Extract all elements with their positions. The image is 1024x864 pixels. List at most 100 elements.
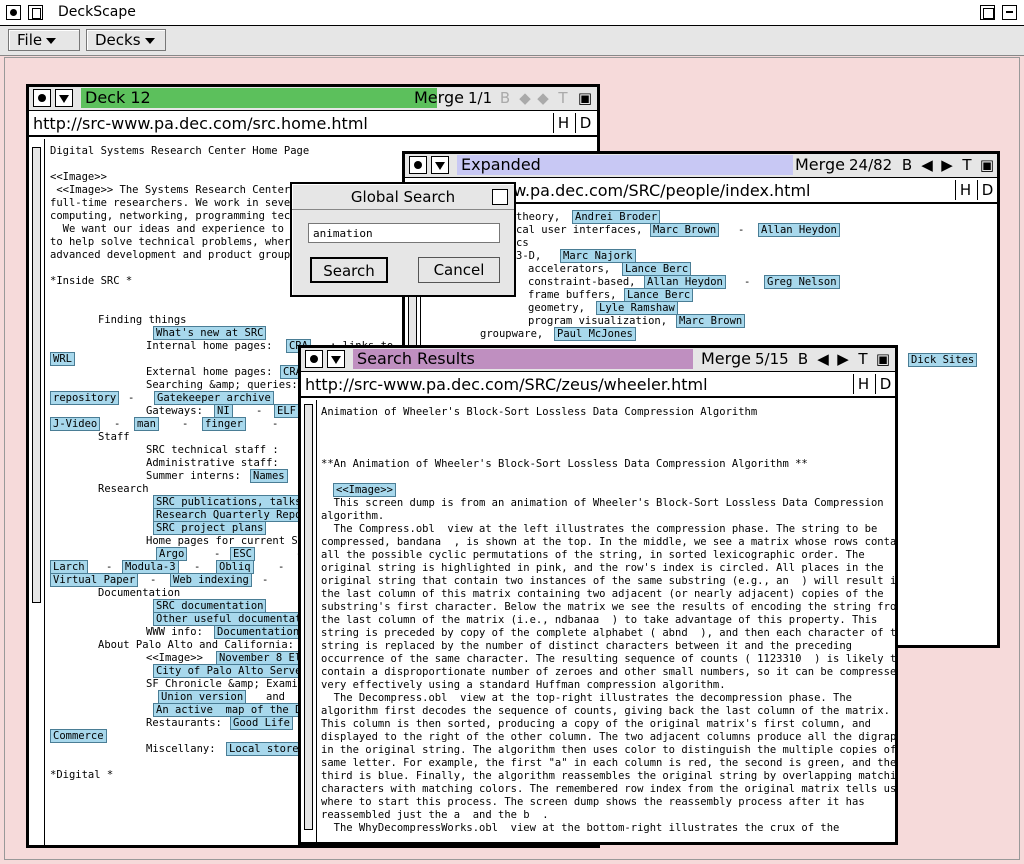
deck12-scrollbar[interactable] (29, 139, 45, 845)
link[interactable]: Andrei Broder (572, 210, 661, 224)
link[interactable]: Greg Nelson (764, 275, 840, 289)
file-menu[interactable]: File (8, 29, 80, 51)
link-text[interactable]: Other useful documentat (153, 612, 305, 626)
link[interactable]: repository (50, 391, 120, 405)
link-text[interactable]: Andrei Broder (572, 210, 661, 224)
link-text[interactable]: finger (202, 417, 246, 431)
link-text[interactable]: Commerce (50, 729, 107, 743)
link-text[interactable]: Research Quarterly Repor (153, 508, 311, 522)
dialog-deck-icon[interactable] (492, 189, 508, 205)
link-text[interactable]: Dick Sites (908, 353, 978, 367)
detach-button[interactable]: D (575, 113, 595, 133)
next-arrow-icon[interactable]: ▶ (835, 349, 851, 369)
link[interactable]: Local stores (226, 742, 308, 756)
link-text[interactable]: ELF (274, 404, 299, 418)
link-text[interactable]: Greg Nelson (764, 275, 840, 289)
search-input[interactable] (308, 223, 500, 243)
results-url[interactable]: http://src-www.pa.dec.com/SRC/zeus/wheel… (305, 375, 708, 394)
title-button[interactable]: T (555, 88, 571, 108)
link-text[interactable]: Marc Brown (650, 223, 720, 237)
link-text[interactable]: November 8 Ele (216, 651, 311, 665)
link-text[interactable]: Allan Heydon (644, 275, 726, 289)
link-text[interactable]: An active map of the D (153, 703, 305, 717)
link-text[interactable]: Lance Berc (622, 262, 692, 276)
app-close-icon[interactable] (6, 5, 21, 20)
bookmark-button[interactable]: B (497, 88, 513, 108)
link[interactable]: City of Palo Alto Server (153, 664, 311, 678)
deck-icon[interactable]: ▣ (979, 155, 995, 175)
link-text[interactable]: SRC publications, talks (153, 495, 305, 509)
results-name[interactable]: Search Results (353, 349, 693, 369)
detach-button[interactable]: D (977, 180, 997, 200)
bookmark-button[interactable]: B (899, 155, 915, 175)
title-button[interactable]: T (959, 155, 975, 175)
link[interactable]: WRL (50, 352, 75, 366)
prev-arrow-icon[interactable]: ◆ (517, 88, 533, 108)
link-text[interactable]: NI (214, 404, 233, 418)
link-text[interactable]: <<Image>> (333, 483, 396, 497)
link-text[interactable]: Local stores (226, 742, 308, 756)
link-text[interactable]: Paul McJones (554, 327, 636, 341)
deck-icon[interactable]: ▣ (577, 88, 593, 108)
merge-button[interactable]: Merge (795, 155, 845, 175)
close-icon[interactable] (305, 350, 323, 368)
history-button[interactable]: H (553, 113, 573, 133)
search-button[interactable]: Search (310, 257, 388, 283)
close-icon[interactable] (409, 156, 427, 174)
link[interactable]: Names (250, 469, 288, 483)
merge-button[interactable]: Merge (414, 88, 464, 108)
next-arrow-icon[interactable]: ◆ (535, 88, 551, 108)
results-scrollbar[interactable] (301, 400, 317, 842)
link-text[interactable]: Documentation (214, 625, 303, 639)
prev-arrow-icon[interactable]: ◀ (815, 349, 831, 369)
triangle-down-icon[interactable] (431, 156, 449, 174)
expanded-name[interactable]: Expanded (457, 155, 793, 175)
link[interactable]: SRC project plans (153, 521, 267, 535)
link[interactable]: Marc Brown (650, 223, 720, 237)
link[interactable]: man (134, 417, 159, 431)
link-text[interactable]: J-Video (50, 417, 101, 431)
link-text[interactable]: Virtual Paper (50, 573, 139, 587)
link-text[interactable]: SRC documentation (153, 599, 267, 613)
triangle-down-icon[interactable] (327, 350, 345, 368)
link-text[interactable]: Larch (50, 560, 88, 574)
link-text[interactable]: City of Palo Alto Server (153, 664, 311, 678)
prev-arrow-icon[interactable]: ◀ (919, 155, 935, 175)
link-text[interactable]: man (134, 417, 159, 431)
link-text[interactable]: WRL (50, 352, 75, 366)
deck-icon[interactable]: ▣ (875, 349, 891, 369)
merge-button[interactable]: Merge (701, 349, 751, 369)
link[interactable]: J-Video (50, 417, 101, 431)
decks-menu[interactable]: Decks (86, 29, 166, 51)
link-text[interactable]: Good Life (230, 716, 293, 730)
link-text[interactable]: Allan Heydon (758, 223, 840, 237)
history-button[interactable]: H (955, 180, 975, 200)
link-text[interactable]: Union version (158, 690, 247, 704)
link[interactable]: What's new at SRC (153, 326, 267, 340)
detach-button[interactable]: D (875, 374, 895, 394)
link[interactable]: finger (202, 417, 246, 431)
bookmark-button[interactable]: B (795, 349, 811, 369)
link[interactable]: Allan Heydon (758, 223, 840, 237)
link[interactable]: Dick Sites (908, 353, 978, 367)
link[interactable]: Lyle Ramshaw (596, 301, 678, 315)
link[interactable]: Good Life (230, 716, 293, 730)
link[interactable]: Paul McJones (554, 327, 636, 341)
link-text[interactable]: Names (250, 469, 288, 483)
link-text[interactable]: Marc Brown (676, 314, 746, 328)
scroll-thumb[interactable] (304, 404, 313, 830)
minimize-icon[interactable] (1002, 5, 1017, 20)
next-arrow-icon[interactable]: ▶ (939, 155, 955, 175)
link[interactable]: Web indexing (170, 573, 252, 587)
close-icon[interactable] (33, 89, 51, 107)
link-text[interactable]: repository (50, 391, 120, 405)
link-text[interactable]: Lyle Ramshaw (596, 301, 678, 315)
image-link[interactable]: <<Image>> (333, 483, 396, 497)
app-menu-icon[interactable] (28, 5, 43, 20)
deck12-url[interactable]: http://src-www.pa.dec.com/src.home.html (33, 114, 368, 133)
history-button[interactable]: H (853, 374, 873, 394)
link-text[interactable]: Gatekeeper archive (154, 391, 274, 405)
link-text[interactable]: What's new at SRC (153, 326, 267, 340)
link-text[interactable]: Lance Berc (624, 288, 694, 302)
maximize-icon[interactable] (980, 5, 995, 20)
